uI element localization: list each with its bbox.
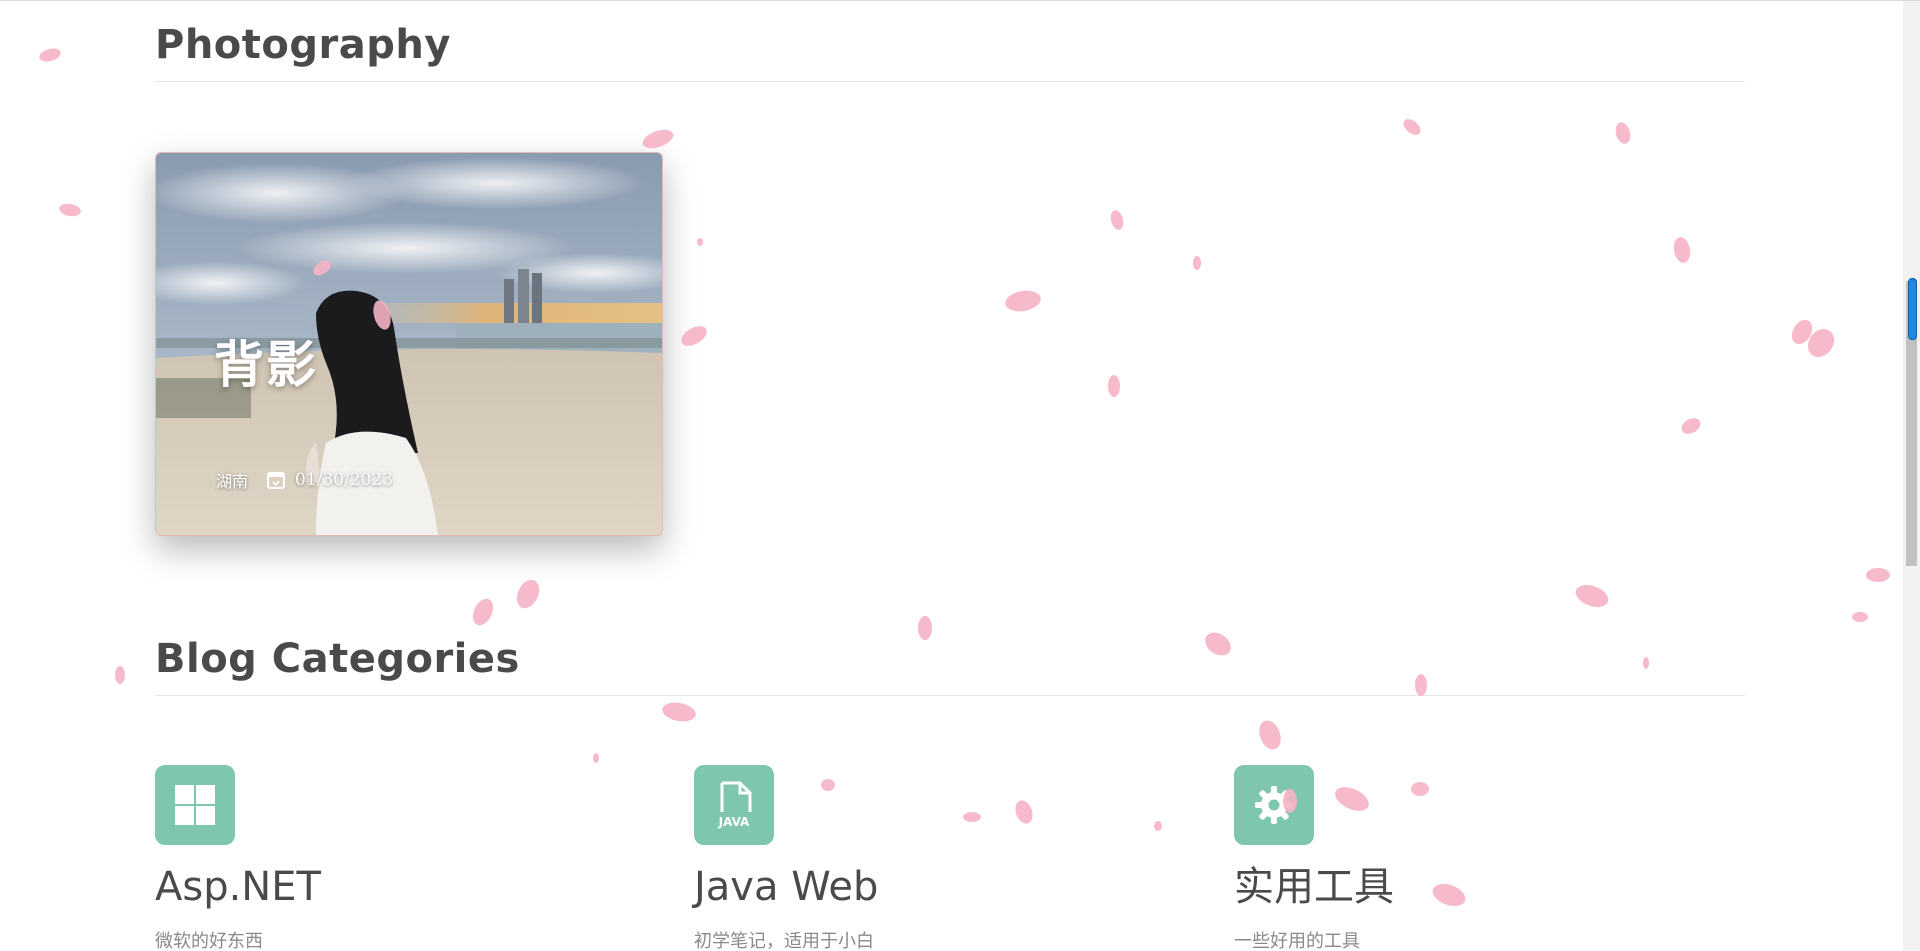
category-name[interactable]: Java Web (694, 867, 1194, 907)
calendar-icon (267, 472, 286, 489)
category-name[interactable]: Asp.NET (155, 867, 655, 907)
categories-section-title: Blog Categories (155, 636, 520, 682)
windows-icon[interactable] (155, 765, 235, 845)
category-desc: 初学笔记，适用于小白 (694, 931, 874, 951)
photo-location: 湖南 (216, 472, 249, 491)
photo-card-meta: 湖南 01/30/2023 (216, 468, 393, 492)
java-icon-text: JAVA (718, 815, 750, 829)
category-desc: 微软的好东西 (155, 931, 263, 951)
photography-section-title: Photography (155, 22, 451, 68)
vertical-scrollbar[interactable] (1903, 1, 1920, 951)
category-tools[interactable]: 实用工具 一些好用的工具 (1234, 765, 1734, 951)
photography-divider (155, 81, 1745, 82)
java-file-icon[interactable]: JAVA (694, 765, 774, 845)
gear-icon[interactable] (1234, 765, 1314, 845)
photo-card-title[interactable]: 背影 (214, 325, 318, 397)
category-name[interactable]: 实用工具 (1234, 867, 1734, 907)
categories-divider (155, 695, 1745, 696)
category-aspnet[interactable]: Asp.NET 微软的好东西 (155, 765, 655, 951)
page: Photography 背影 湖南 01/30/2023 Blog Catego… (0, 0, 1920, 951)
category-desc: 一些好用的工具 (1234, 931, 1360, 951)
photo-date: 01/30/2023 (295, 470, 393, 490)
category-javaweb[interactable]: JAVA Java Web 初学笔记，适用于小白 (694, 765, 1194, 951)
photo-card[interactable]: 背影 湖南 01/30/2023 (155, 152, 663, 536)
scroll-position-marker (1908, 278, 1917, 340)
